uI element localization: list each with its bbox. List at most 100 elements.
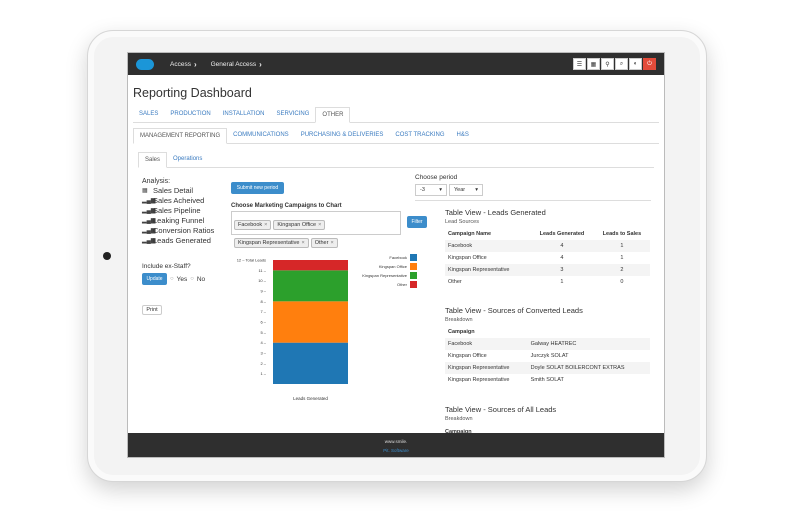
page-title: Reporting Dashboard: [133, 86, 252, 100]
report-tab-operations[interactable]: Operations: [167, 156, 208, 167]
table-cell: Kingspan Representative: [445, 362, 528, 374]
period-unit-select[interactable]: Year ▾: [449, 184, 483, 196]
campaign-tag[interactable]: Kingspan Representative ×: [234, 238, 309, 248]
table-row: Kingspan Representative 3 2: [445, 264, 650, 276]
tab-sales[interactable]: SALES: [133, 111, 164, 122]
tab-servicing[interactable]: SERVICING: [271, 111, 316, 122]
y-tick-label: 1 –: [260, 371, 266, 376]
bar-segment-facebook: [273, 342, 348, 384]
report-tab-sales[interactable]: Sales: [138, 152, 168, 168]
table-cell: 1: [560, 279, 564, 285]
subtab-cost-tracking[interactable]: COST TRACKING: [389, 132, 450, 143]
table-cell: Kingspan Representative: [448, 377, 510, 383]
breadcrumb-access[interactable]: Access ›: [170, 60, 197, 69]
y-tick-label: 3 –: [260, 351, 266, 356]
period-value: -3: [420, 187, 425, 193]
tab-other[interactable]: OTHER: [315, 107, 351, 123]
period-unit: Year: [454, 187, 466, 193]
period-label: Choose period: [415, 174, 458, 181]
remove-tag-icon[interactable]: ×: [330, 240, 333, 246]
tab-production[interactable]: PRODUCTION: [164, 111, 216, 122]
campaign-tag-label: Other: [314, 240, 329, 246]
subtab-management-reporting[interactable]: MANAGEMENT REPORTING: [133, 128, 228, 144]
legend-swatch: [410, 272, 417, 279]
power-icon[interactable]: ⏻: [643, 58, 656, 70]
radio-no[interactable]: ○: [190, 276, 194, 282]
table-header: Leads Generated: [539, 231, 585, 237]
filter-button[interactable]: Filter: [407, 216, 427, 228]
table-row: Other 1 0: [445, 276, 650, 288]
campaign-tag-label: Kingspan Representative: [238, 240, 300, 246]
campaign-tag[interactable]: Other ×: [310, 238, 338, 248]
print-button[interactable]: Print: [142, 305, 162, 315]
subtab-purchasing-deliveries[interactable]: PURCHASING & DELIVERIES: [295, 132, 390, 143]
footer-url: www.smile.: [384, 439, 408, 444]
radio-yes[interactable]: ○: [170, 276, 174, 282]
report-tabs: Sales Operations: [138, 151, 654, 168]
analysis-item-label: Leaking Funnel: [153, 216, 205, 225]
remove-tag-icon[interactable]: ×: [264, 222, 267, 228]
analysis-item-label: Leads Generated: [153, 236, 211, 245]
remove-tag-icon[interactable]: ×: [301, 240, 304, 246]
converted-leads-table: Campaign Facebook Galway HEATREC Kingspan O…: [445, 326, 650, 386]
footer-brand[interactable]: Pit. Software: [128, 446, 664, 455]
bar-chart-icon: ▂▄▆: [142, 198, 156, 204]
radio-no-label: No: [196, 275, 206, 283]
analysis-item-conversion-ratios[interactable]: ▂▄▆ Conversion Ratios: [142, 226, 214, 235]
y-tick-label: 7 –: [260, 309, 266, 314]
salesforce-cloud-logo-icon[interactable]: [136, 58, 154, 70]
grid-icon[interactable]: ▦: [587, 58, 600, 70]
divider: [415, 200, 651, 201]
section-title: Table View - Sources of All Leads: [445, 405, 557, 414]
pin-icon[interactable]: ⚲: [601, 58, 614, 70]
legend-label: Kingspan Representative: [362, 273, 407, 278]
main-tabs: SALES PRODUCTION INSTALLATION SERVICING OTHE…: [133, 106, 659, 123]
breadcrumb-label: General Access: [210, 60, 257, 68]
table-cell: Smith SOLAT: [530, 377, 564, 383]
campaign-tag[interactable]: Kingspan Office ×: [273, 220, 326, 230]
section-subtitle: Breakdown: [445, 317, 473, 323]
analysis-item-sales-pipeline[interactable]: ▂▄▆ Sales Pipeline: [142, 206, 214, 215]
table-row: Kingspan Office 4 1: [445, 252, 650, 264]
list-icon[interactable]: ☰: [573, 58, 586, 70]
section-title: Table View - Leads Generated: [445, 208, 546, 217]
y-tick-label: 8 –: [260, 299, 266, 304]
campaign-tag[interactable]: Facebook ×: [234, 220, 272, 230]
sub-tabs: MANAGEMENT REPORTING COMMUNICATIONS PURCHA…: [133, 127, 659, 144]
y-tick-label: 5 –: [260, 330, 266, 335]
update-button[interactable]: Update: [142, 273, 167, 285]
submit-period-button[interactable]: Submit new period: [231, 182, 284, 194]
subtab-communications[interactable]: COMMUNICATIONS: [227, 132, 295, 143]
table-row: Facebook Galway HEATREC: [445, 338, 650, 350]
toolbar: ☰ ▦ ⚲ ⌕ ◐ ⏻: [573, 58, 656, 70]
breadcrumb-label: Access: [170, 60, 191, 68]
tablet-camera: [103, 252, 111, 260]
campaign-chooser: Choose Marketing Campaigns to Chart Face…: [231, 203, 427, 248]
search-icon[interactable]: ⌕: [615, 58, 628, 70]
analysis-item-sales-detail[interactable]: ▦ Sales Detail: [142, 186, 214, 195]
analysis-item-sales-achieved[interactable]: ▂▄▆ Sales Acheived: [142, 196, 214, 205]
analysis-item-leaking-funnel[interactable]: ▂▄▆ Leaking Funnel: [142, 216, 214, 225]
legend-swatch: [410, 281, 417, 288]
period-value-select[interactable]: -3 ▾: [415, 184, 447, 196]
subtab-h-s[interactable]: H&S: [451, 132, 475, 143]
contrast-icon[interactable]: ◐: [629, 58, 642, 70]
y-tick-label: 9 –: [260, 289, 266, 294]
legend-swatch: [410, 263, 417, 270]
table-row: Facebook 4 1: [445, 240, 650, 252]
bar-segment-other: [273, 260, 348, 271]
remove-tag-icon[interactable]: ×: [318, 222, 321, 228]
section-subtitle: Breakdown: [445, 416, 473, 422]
table-cell: 3: [530, 264, 594, 276]
table-cell: Kingspan Office: [448, 353, 487, 359]
analysis-item-leads-generated[interactable]: ▂▄▆ Leads Generated: [142, 236, 214, 245]
bar-segment-kingspan-representative: [273, 270, 348, 302]
campaign-multiselect[interactable]: Facebook × Kingspan Office × Kingspan Repres…: [231, 211, 401, 248]
table-cell: 4: [530, 240, 594, 252]
bar-segment-kingspan-office: [273, 301, 348, 343]
table-row: Kingspan Representative Smith SOLAT: [445, 374, 650, 386]
breadcrumb-general-access[interactable]: General Access ›: [211, 60, 262, 69]
table-cell: Jurczyk SOLAT: [530, 353, 569, 359]
table-cell: Facebook: [445, 338, 528, 350]
tab-installation[interactable]: INSTALLATION: [217, 111, 271, 122]
